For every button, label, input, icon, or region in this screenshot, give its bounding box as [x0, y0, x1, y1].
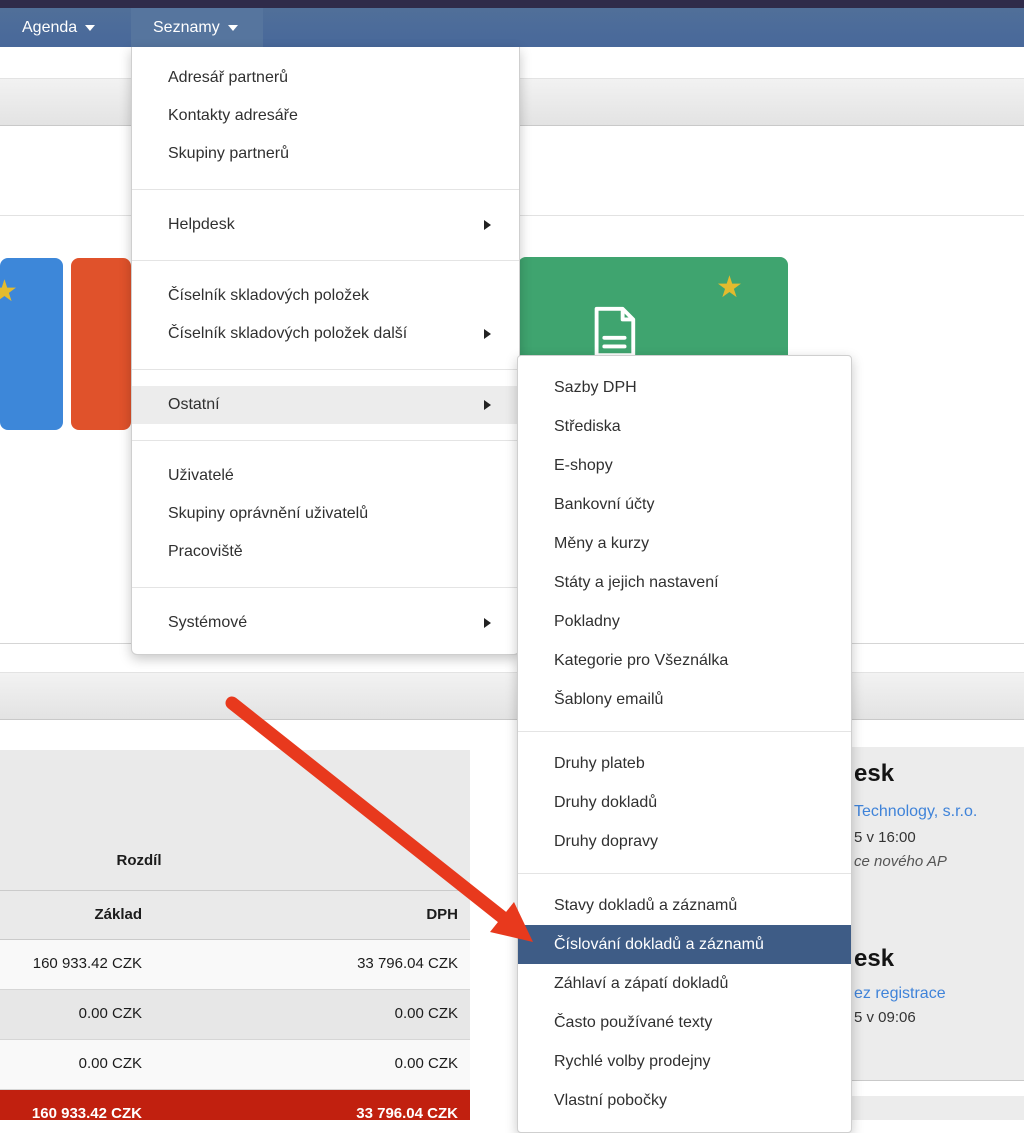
submenu-item-meny-a-kurzy[interactable]: Měny a kurzy: [518, 524, 851, 563]
helpdesk-card-title: esk: [854, 760, 894, 788]
submenu-arrow-icon: [484, 618, 491, 628]
submenu-item-vlastni-pobocky[interactable]: Vlastní pobočky: [518, 1081, 851, 1120]
menu-item-ostatni[interactable]: Ostatní: [132, 386, 519, 424]
menu-divider: [132, 260, 519, 261]
submenu-item-stavy-dokladu-a-zaznamu[interactable]: Stavy dokladů a záznamů: [518, 886, 851, 925]
table-cell: 160 933.42 CZK: [0, 940, 142, 990]
navbar-item-seznamy[interactable]: Seznamy: [131, 8, 263, 47]
menu-divider: [132, 587, 519, 588]
submenu-item-sablony-emailu[interactable]: Šablony emailů: [518, 680, 851, 719]
submenu-item-druhy-dokladu[interactable]: Druhy dokladů: [518, 783, 851, 822]
submenu-arrow-icon: [484, 329, 491, 339]
table-cell: 0.00 CZK: [0, 1040, 142, 1090]
background-band-middle: [0, 672, 1024, 720]
card-gap: [852, 1080, 1024, 1096]
navbar-top-strip: [0, 0, 1024, 8]
helpdesk-card-time: 5 v 16:00: [854, 829, 916, 846]
navbar-item-label: Agenda: [22, 19, 77, 36]
menu-item-helpdesk[interactable]: Helpdesk: [132, 206, 519, 244]
table-row: 0.00 CZK 0.00 CZK: [0, 990, 470, 1040]
submenu-item-kategorie-pro-vseznalka[interactable]: Kategorie pro Všeználka: [518, 641, 851, 680]
menu-item-label: Systémové: [168, 614, 247, 631]
submenu-item-casto-pouzivane-texty[interactable]: Často používané texty: [518, 1003, 851, 1042]
seznamy-dropdown-menu: Adresář partnerů Kontakty adresáře Skupi…: [131, 47, 520, 655]
table-group-header: Rozdíl: [0, 852, 278, 869]
column-header-zaklad: Základ: [0, 891, 142, 941]
submenu-item-cislovani-dokladu-a-zaznamu[interactable]: Číslování dokladů a záznamů: [518, 925, 851, 964]
table-row: 160 933.42 CZK 33 796.04 CZK: [0, 940, 470, 990]
menu-divider: [132, 369, 519, 370]
caret-down-icon: [228, 25, 238, 31]
table-cell: 0.00 CZK: [0, 990, 142, 1040]
submenu-item-bankovni-ucty[interactable]: Bankovní účty: [518, 485, 851, 524]
table-cell: 0.00 CZK: [150, 990, 458, 1040]
star-icon: ★: [716, 273, 743, 303]
menu-item-uzivatele[interactable]: Uživatelé: [132, 457, 519, 495]
menu-item-skupiny-opravneni-uzivatelu[interactable]: Skupiny oprávnění uživatelů: [132, 495, 519, 533]
helpdesk-card-note: ce nového AP: [854, 853, 947, 870]
menu-item-kontakty-adresare[interactable]: Kontakty adresáře: [132, 97, 519, 135]
table-total-cell: 160 933.42 CZK: [0, 1090, 142, 1120]
menu-item-label: Ostatní: [168, 396, 220, 413]
menu-item-label: Helpdesk: [168, 216, 235, 233]
menu-item-label: Číselník skladových položek další: [168, 325, 407, 342]
submenu-item-druhy-plateb[interactable]: Druhy plateb: [518, 744, 851, 783]
submenu-item-druhy-dopravy[interactable]: Druhy dopravy: [518, 822, 851, 861]
table-cell: 0.00 CZK: [150, 1040, 458, 1090]
menu-divider: [518, 873, 851, 874]
menu-item-skupiny-partneru[interactable]: Skupiny partnerů: [132, 135, 519, 173]
dashboard-tile-orange[interactable]: [71, 258, 131, 430]
summary-panel: Rozdíl Základ DPH 160 933.42 CZK 33 796.…: [0, 750, 470, 1120]
table-row: 0.00 CZK 0.00 CZK: [0, 1040, 470, 1090]
menu-item-systemove[interactable]: Systémové: [132, 604, 519, 642]
submenu-item-strediska[interactable]: Střediska: [518, 407, 851, 446]
navbar-item-label: Seznamy: [153, 19, 220, 36]
table-total-row: 160 933.42 CZK 33 796.04 CZK: [0, 1090, 470, 1120]
star-icon: ★: [0, 277, 18, 307]
submenu-item-staty-a-jejich-nastaveni[interactable]: Státy a jejich nastavení: [518, 563, 851, 602]
caret-down-icon: [85, 25, 95, 31]
ostatni-submenu: Sazby DPH Střediska E-shopy Bankovní účt…: [517, 355, 852, 1133]
helpdesk-cards-area: esk Technology, s.r.o. 5 v 16:00 ce nové…: [852, 747, 1024, 1120]
submenu-arrow-icon: [484, 220, 491, 230]
dashboard-tile-blue[interactable]: ★: [0, 258, 63, 430]
menu-item-ciselnik-skladovych-polozek-dalsi[interactable]: Číselník skladových položek další: [132, 315, 519, 353]
menu-divider: [132, 189, 519, 190]
column-header-dph: DPH: [150, 891, 458, 941]
submenu-arrow-icon: [484, 400, 491, 410]
submenu-item-zahlavi-a-zapati-dokladu[interactable]: Záhlaví a zápatí dokladů: [518, 964, 851, 1003]
menu-item-adresar-partneru[interactable]: Adresář partnerů: [132, 59, 519, 97]
table-header-row: Základ DPH: [0, 890, 470, 940]
table-total-cell: 33 796.04 CZK: [150, 1090, 458, 1120]
menu-item-ciselnik-skladovych-polozek[interactable]: Číselník skladových položek: [132, 277, 519, 315]
top-navbar: Agenda Seznamy: [0, 0, 1024, 47]
submenu-item-sazby-dph[interactable]: Sazby DPH: [518, 368, 851, 407]
submenu-item-e-shopy[interactable]: E-shopy: [518, 446, 851, 485]
menu-divider: [132, 440, 519, 441]
helpdesk-card-link[interactable]: Technology, s.r.o.: [854, 803, 977, 821]
helpdesk-card-link[interactable]: ez registrace: [854, 985, 946, 1003]
table-cell: 33 796.04 CZK: [150, 940, 458, 990]
helpdesk-card-time: 5 v 09:06: [854, 1009, 916, 1026]
submenu-item-rychle-volby-prodejny[interactable]: Rychlé volby prodejny: [518, 1042, 851, 1081]
helpdesk-card-title: esk: [854, 945, 894, 973]
navbar-item-agenda[interactable]: Agenda: [0, 8, 117, 47]
submenu-item-pokladny[interactable]: Pokladny: [518, 602, 851, 641]
menu-item-pracoviste[interactable]: Pracoviště: [132, 533, 519, 571]
menu-divider: [518, 731, 851, 732]
